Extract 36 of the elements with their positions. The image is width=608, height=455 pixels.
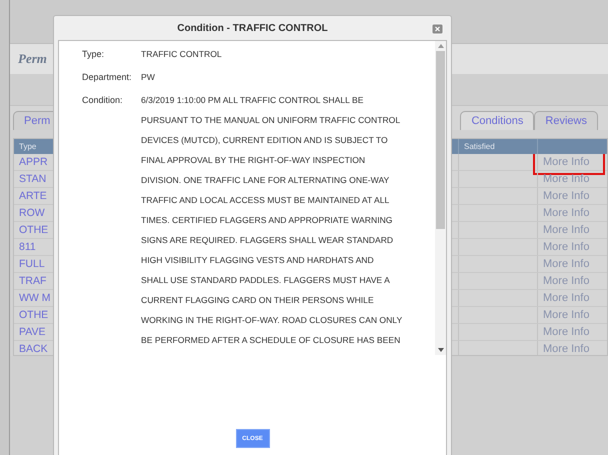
field-label: Condition: [82,94,124,107]
table-cell: ROW [19,207,45,219]
tab[interactable]: Conditions [460,111,534,130]
field-label: Department: [82,71,133,84]
more-info-link[interactable]: More Info [543,241,590,253]
table-cell: TRAF [19,275,46,287]
field-value: 6/3/2019 1:10:00 PM ALL TRAFFIC CONTROL SHALL BE PURSUANT TO THE MANUAL ON UNIFORM TRAFFIC CONTROL DEVICES (MUTCD), CURRENT EDITION AND IS SUBJECT TO FINAL APPROVAL BY THE RIGHT-OF-WAY INSPECTION DIVISION. ONE TRAFFIC LANE FOR ALTERNATING ONE-WAY TRAFFIC AND LOCAL ACCESS MUST BE MAINTAINED AT ALL TIMES. CERTIFIED FLAGGERS AND APPROPRIATE WARNING SIGNS ARE REQUIRED. FLAGGERS SHALL WEAR STANDARD HIGH VISIBILITY FLAGGING VESTS AND HARDHATS AND SHALL USE STANDARD PADDLES. FLAGGERS MUST HAVE A CURRENT FLAGGING CARD ON THEIR PERSONS WHILE WORKING IN THE RIGHT-OF-WAY. ROAD CLOSURES CAN ONLY BE PERFORMED AFTER A SCHEDULE OF CLOSURE HAS BEEN [141,94,402,347]
table-cell: WW M [19,292,50,304]
field-value: PW [141,71,155,84]
field-value: TRAFFIC CONTROL [141,48,222,61]
page-title: Perm [18,51,47,67]
table-cell: OTHE [19,224,48,236]
more-info-link[interactable]: More Info [543,224,590,236]
table-cell: BACK [19,343,48,355]
more-info-link[interactable]: More Info [543,173,590,185]
table-cell: ARTE [19,190,47,202]
more-info-link[interactable]: More Info [543,275,590,287]
dialog-title: Condition - TRAFFIC CONTROL [177,22,328,34]
more-info-link[interactable]: More Info [543,309,590,321]
more-info-link[interactable]: More Info [543,292,590,304]
more-info-link[interactable]: More Info [543,258,590,270]
table-cell: STAN [19,173,46,185]
table-cell: PAVE [19,326,46,338]
column-header: Satisfied [458,139,537,154]
table-cell: OTHE [19,309,48,321]
more-info-link[interactable]: More Info [543,326,590,338]
table-cell: 811 [19,241,36,253]
table-cell: APPR [19,156,48,168]
field-label: Type: [82,48,106,61]
more-info-link[interactable]: More Info [543,343,590,355]
tab[interactable]: Reviews [534,111,598,130]
more-info-link[interactable]: More Info [543,190,590,202]
more-info-link[interactable]: More Info [543,207,590,219]
column-header: Type [19,142,36,151]
more-info-link[interactable]: More Info [543,156,590,168]
table-cell: FULL [19,258,45,270]
